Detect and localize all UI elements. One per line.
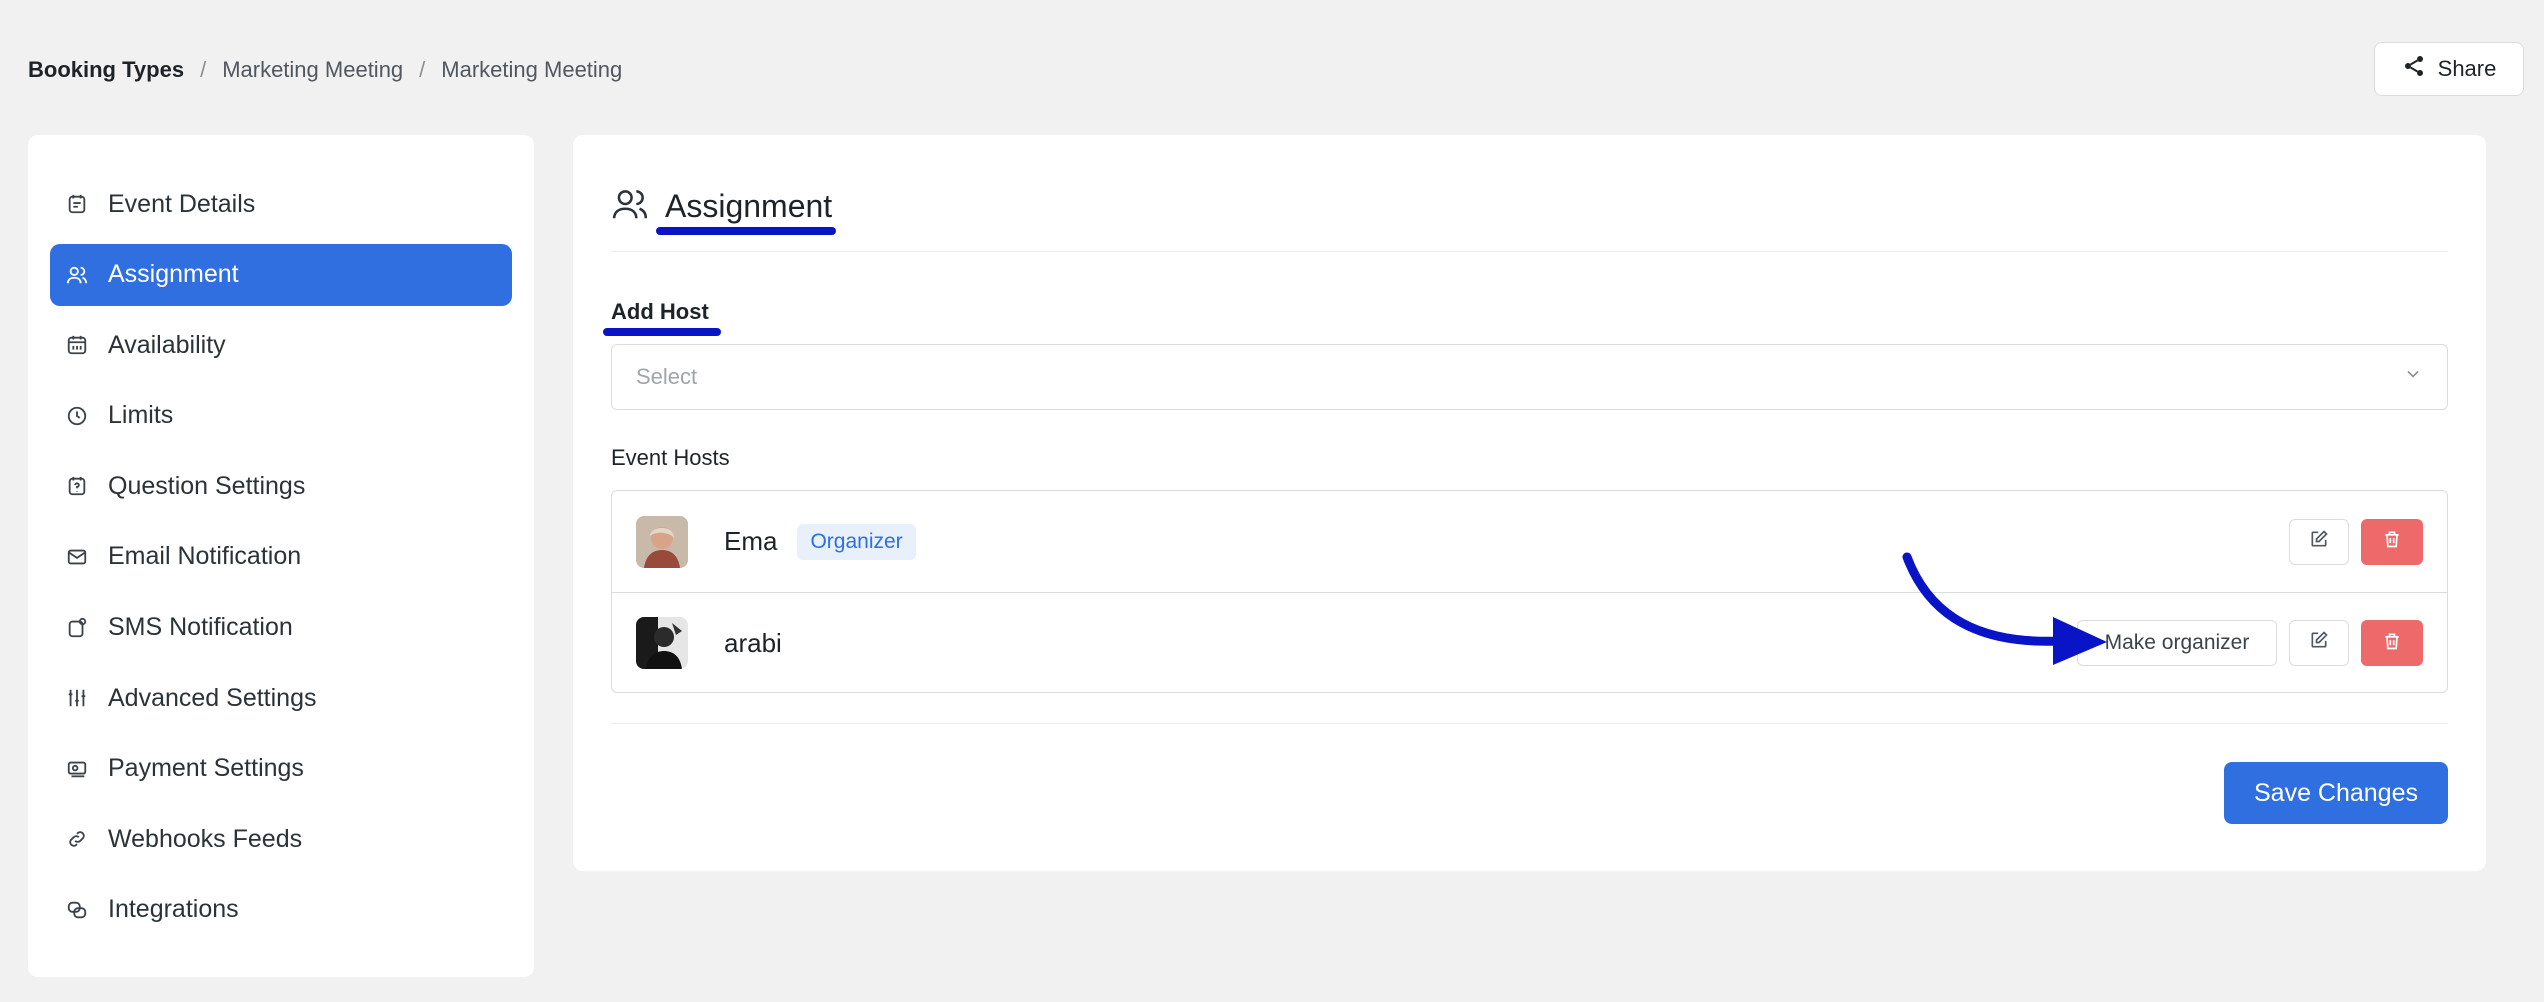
sms-icon <box>66 617 88 639</box>
payment-icon <box>66 758 88 780</box>
breadcrumb: Booking Types / Marketing Meeting / Mark… <box>28 54 622 86</box>
panel-title: Assignment <box>611 185 832 228</box>
sidebar-item-event-details[interactable]: Event Details <box>50 173 512 235</box>
sidebar-item-integrations[interactable]: Integrations <box>50 879 512 941</box>
sidebar-item-email-notification[interactable]: Email Notification <box>50 526 512 588</box>
edit-icon <box>2309 630 2329 656</box>
mail-icon <box>66 546 88 568</box>
users-icon <box>611 185 665 228</box>
page-title: Assignment <box>665 188 833 224</box>
list-item: arabi Make organizer <box>612 592 2447 693</box>
sidebar-item-label: Email Notification <box>108 542 302 571</box>
breadcrumb-separator: / <box>419 57 426 82</box>
edit-host-button[interactable] <box>2289 620 2349 666</box>
add-host-label: Add Host <box>611 299 709 324</box>
sidebar-item-label: Integrations <box>108 895 239 924</box>
sidebar-item-label: Question Settings <box>108 471 306 500</box>
delete-host-button[interactable] <box>2361 620 2423 666</box>
host-name: arabi <box>724 627 782 658</box>
add-host-select[interactable]: Select <box>611 344 2448 410</box>
divider <box>611 251 2448 252</box>
sidebar-item-label: Limits <box>108 401 174 430</box>
share-button[interactable]: Share <box>2374 42 2524 96</box>
sidebar: Event Details Assignment Availability Li… <box>28 135 534 977</box>
sidebar-item-sms-notification[interactable]: SMS Notification <box>50 597 512 659</box>
sidebar-item-webhooks-feeds[interactable]: Webhooks Feeds <box>50 808 512 870</box>
avatar <box>636 617 688 669</box>
sidebar-item-advanced-settings[interactable]: Advanced Settings <box>50 667 512 729</box>
link-icon <box>66 828 88 850</box>
event-hosts-label: Event Hosts <box>611 445 730 470</box>
annotation-arrow-icon <box>1902 552 2107 665</box>
trash-icon <box>2382 529 2402 554</box>
users-icon <box>66 264 88 286</box>
breadcrumb-root[interactable]: Booking Types <box>28 57 184 83</box>
annotation-underline <box>656 227 836 235</box>
sidebar-item-label: Assignment <box>108 260 239 289</box>
sidebar-item-assignment[interactable]: Assignment <box>50 243 512 306</box>
clock-icon <box>66 405 88 427</box>
event-hosts-list: Ema Organizer arabi Make organizer <box>611 490 2448 693</box>
sidebar-item-label: Event Details <box>108 189 256 218</box>
sidebar-item-availability[interactable]: Availability <box>50 314 512 376</box>
sidebar-item-label: Payment Settings <box>108 754 304 783</box>
question-calendar-icon <box>66 475 88 497</box>
list-item: Ema Organizer <box>612 491 2447 592</box>
sidebar-item-label: SMS Notification <box>108 613 293 642</box>
sidebar-item-question-settings[interactable]: Question Settings <box>50 455 512 517</box>
assignment-panel: Assignment Add Host Select Event Hosts E… <box>573 135 2486 871</box>
organizer-badge: Organizer <box>797 523 916 560</box>
edit-icon <box>2309 529 2329 555</box>
share-icon <box>2402 54 2426 84</box>
divider <box>611 723 2448 724</box>
edit-host-button[interactable] <box>2289 518 2349 565</box>
breadcrumb-level2: Marketing Meeting <box>441 57 623 82</box>
breadcrumb-level1[interactable]: Marketing Meeting <box>222 57 403 83</box>
avatar <box>636 515 688 568</box>
chevron-down-icon <box>2403 364 2423 390</box>
calendar-grid-icon <box>66 334 88 356</box>
sidebar-item-label: Availability <box>108 330 226 359</box>
delete-host-button[interactable] <box>2361 518 2423 565</box>
sidebar-item-limits[interactable]: Limits <box>50 385 512 447</box>
sidebar-item-label: Advanced Settings <box>108 683 317 712</box>
sidebar-item-payment-settings[interactable]: Payment Settings <box>50 738 512 800</box>
sliders-icon <box>66 687 88 709</box>
sidebar-item-label: Webhooks Feeds <box>108 824 303 853</box>
calendar-note-icon <box>66 193 88 215</box>
host-name: Ema <box>724 526 778 556</box>
share-label: Share <box>2437 56 2497 81</box>
trash-icon <box>2382 631 2402 656</box>
breadcrumb-separator: / <box>200 57 207 82</box>
select-placeholder: Select <box>636 364 698 389</box>
integrations-icon <box>66 899 88 921</box>
save-changes-button[interactable]: Save Changes <box>2224 762 2448 824</box>
annotation-underline <box>603 328 721 336</box>
